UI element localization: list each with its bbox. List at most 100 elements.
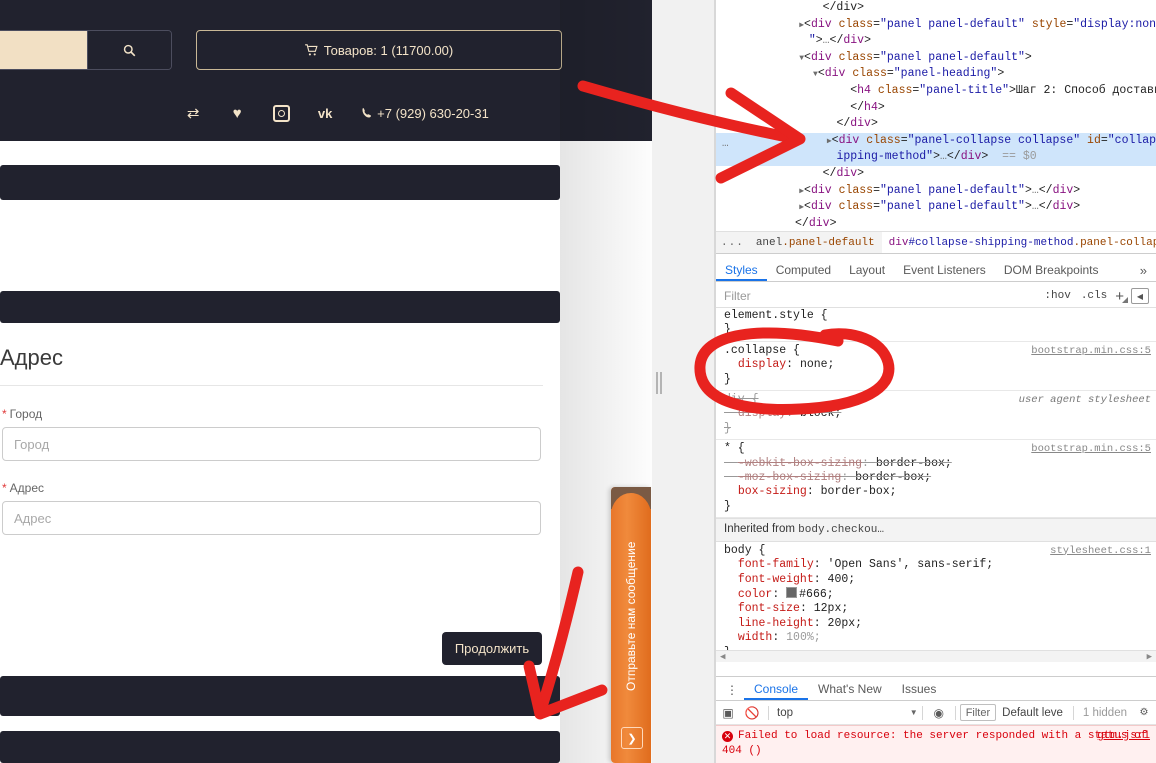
scroll-left-arrow[interactable]: ◀ <box>720 652 725 662</box>
feedback-tab[interactable]: Отправьте нам сообщение ❯ <box>611 487 651 763</box>
tab-event-listeners[interactable]: Event Listeners <box>894 263 995 281</box>
website-viewport: Товаров: 1 (11700.00) ⇄ ♥ vk +7 (929) 63… <box>0 0 660 763</box>
rule-selector[interactable]: element.style { <box>724 309 1156 323</box>
scroll-right-arrow[interactable]: ▶ <box>1147 652 1152 662</box>
phone-link[interactable]: +7 (929) 630-20-31 <box>361 106 489 121</box>
tab-computed[interactable]: Computed <box>767 263 840 281</box>
search-input[interactable] <box>0 31 87 69</box>
rule-source-link[interactable]: stylesheet.css:1 <box>1050 544 1151 558</box>
rule-source-link[interactable]: user agent stylesheet <box>1019 393 1151 407</box>
search-box[interactable] <box>0 30 172 70</box>
instagram-icon[interactable] <box>259 104 303 122</box>
dom-node-line[interactable]: </div> <box>716 116 1156 133</box>
css-declaration[interactable]: line-height: 20px; <box>724 617 1156 631</box>
address-input[interactable] <box>2 501 541 535</box>
hov-toggle[interactable]: :hov <box>1039 290 1075 302</box>
css-declaration[interactable]: -webkit-box-sizing: border-box; <box>724 457 1156 471</box>
panel-heading-payment[interactable] <box>0 676 560 716</box>
dom-node-line[interactable]: ▼<div class="panel panel-default"> <box>716 50 1156 67</box>
kebab-menu-icon[interactable]: ⋮ <box>716 683 744 700</box>
dom-node-line[interactable]: </h4> <box>716 100 1156 117</box>
settings-gear-icon[interactable]: ⚙ <box>1132 707 1156 718</box>
drawer-tab-what-s-new[interactable]: What's New <box>808 682 892 700</box>
console-log-level-selector[interactable]: Default leve <box>996 707 1069 719</box>
dom-node-line[interactable]: ▶<div class="panel panel-default" style=… <box>716 17 1156 34</box>
address-panel-body: Адрес *Город *Адрес Продолжить <box>0 323 560 675</box>
rule-source-link[interactable]: bootstrap.min.css:5 <box>1031 442 1151 456</box>
continue-button[interactable]: Продолжить <box>442 632 542 665</box>
css-declaration[interactable]: box-sizing: border-box; <box>724 485 1156 499</box>
dom-node-line[interactable]: </div> <box>716 216 1156 231</box>
clear-console-icon[interactable]: 🚫 <box>740 706 764 720</box>
styles-filter-input[interactable] <box>716 286 1040 306</box>
breadcrumb-item-parent[interactable]: ​anel.panel-default <box>749 232 882 253</box>
vk-icon[interactable]: vk <box>303 107 347 120</box>
panel-heading-confirm[interactable] <box>0 731 560 763</box>
dom-node-line[interactable]: ▶<div class="panel panel-default">…</div… <box>716 183 1156 200</box>
dom-node-line[interactable]: ">…</div> <box>716 33 1156 50</box>
css-declaration[interactable]: width: 100%; <box>724 631 1156 645</box>
drawer-tab-console[interactable]: Console <box>744 682 809 700</box>
console-error-source[interactable]: gtm.js:1 <box>1097 729 1150 744</box>
tab-styles[interactable]: Styles <box>716 263 767 281</box>
css-declaration[interactable]: font-family: 'Open Sans', sans-serif; <box>724 558 1156 572</box>
dom-node-line[interactable]: </div> <box>716 166 1156 183</box>
style-rule-2[interactable]: user agent stylesheet div { display: bloc… <box>716 391 1156 441</box>
css-declaration[interactable]: display: block; <box>724 407 1156 421</box>
live-expression-icon[interactable]: ◉ <box>927 706 951 720</box>
more-tabs-chevron-icon[interactable]: » <box>1131 263 1156 281</box>
styles-horizontal-scrollbar[interactable]: ◀ ▶ <box>716 650 1156 662</box>
css-declaration[interactable]: color: #666; <box>724 586 1156 602</box>
breadcrumb-item-selected[interactable]: div #collapse-shipping-method .panel-colla… <box>881 232 1156 253</box>
new-style-rule-button[interactable]: + <box>1112 288 1128 305</box>
css-declaration[interactable]: -moz-box-sizing: border-box; <box>724 471 1156 485</box>
console-sidebar-icon[interactable]: ▣ <box>716 706 740 720</box>
rule-close-brace: } <box>724 323 731 337</box>
css-declaration[interactable]: display: none; <box>724 358 1156 372</box>
drawer-tabs[interactable]: ⋮ Console What's New Issues <box>716 677 1156 701</box>
dom-node-line[interactable]: ▶<div class="panel panel-default">…</div… <box>716 199 1156 216</box>
tab-layout[interactable]: Layout <box>840 263 894 281</box>
panel-heading-address[interactable] <box>0 291 560 323</box>
cart-button[interactable]: Товаров: 1 (11700.00) <box>196 30 562 70</box>
inherited-source[interactable]: body.checkou… <box>798 524 884 536</box>
style-rule-body[interactable]: stylesheet.css:1 body { font-family: 'Ope… <box>716 542 1156 662</box>
devtools-resize-handle[interactable] <box>656 372 663 394</box>
drawer-tab-issues[interactable]: Issues <box>892 682 947 700</box>
chevron-down-icon[interactable]: ▼ <box>910 708 918 717</box>
dom-node-line[interactable]: </div> <box>716 0 1156 17</box>
phone-number: +7 (929) 630-20-31 <box>377 105 489 121</box>
wishlist-heart-icon[interactable]: ♥ <box>215 106 259 121</box>
css-declaration[interactable]: font-size: 12px; <box>724 602 1156 616</box>
breadcrumb-overflow[interactable]: ... <box>716 237 749 249</box>
dom-node-line[interactable]: … ▶<div class="panel-collapse collapse" … <box>716 132 1156 150</box>
search-button[interactable] <box>87 31 171 69</box>
execution-context-selector[interactable]: top <box>773 707 797 719</box>
dom-node-line[interactable]: ▼<div class="panel-heading"> <box>716 66 1156 83</box>
styles-filter-bar[interactable]: :hov .cls + ◀ <box>716 285 1156 308</box>
panel-heading-step1[interactable] <box>0 165 560 200</box>
color-swatch[interactable] <box>786 586 798 598</box>
address-section-title: Адрес <box>0 345 63 370</box>
tab-dom-breakpoints[interactable]: DOM Breakpoints <box>995 263 1108 281</box>
console-error-message[interactable]: ✕ Failed to load resource: the server res… <box>716 725 1156 763</box>
console-filter-input[interactable]: Filter <box>959 704 997 721</box>
style-rule-1[interactable]: bootstrap.min.css:5 .collapse { display: … <box>716 342 1156 392</box>
breadcrumb[interactable]: ... ​anel.panel-default div#collapse-shi… <box>716 231 1156 254</box>
error-icon: ✕ <box>722 731 733 742</box>
styles-pane[interactable]: element.style {} bootstrap.min.css:5 .coll… <box>716 307 1156 662</box>
dom-node-line[interactable]: ipping-method">…</div> == $0 <box>716 149 1156 166</box>
dom-tree[interactable]: </div> ▶<div class="panel panel-default"… <box>716 0 1156 231</box>
required-marker: * <box>2 407 7 421</box>
city-input[interactable] <box>2 427 541 461</box>
css-declaration[interactable]: font-weight: 400; <box>724 573 1156 587</box>
rule-source-link[interactable]: bootstrap.min.css:5 <box>1031 344 1151 358</box>
cls-toggle[interactable]: .cls <box>1076 290 1112 302</box>
console-toolbar[interactable]: ▣ 🚫 top ▼ ◉ Filter Default leve 1 hidden… <box>716 701 1156 725</box>
dom-node-line[interactable]: <h4 class="panel-title">Шаг 2: Способ до… <box>716 83 1156 100</box>
style-rule-0[interactable]: element.style {} <box>716 307 1156 342</box>
styles-sidebar-tabs[interactable]: Styles Computed Layout Event Listeners DOM B… <box>716 259 1156 282</box>
style-rule-3[interactable]: bootstrap.min.css:5 * { -webkit-box-sizin… <box>716 440 1156 519</box>
compare-icon[interactable]: ⇄ <box>171 106 215 121</box>
computed-sidebar-toggle[interactable]: ◀ <box>1131 288 1149 304</box>
